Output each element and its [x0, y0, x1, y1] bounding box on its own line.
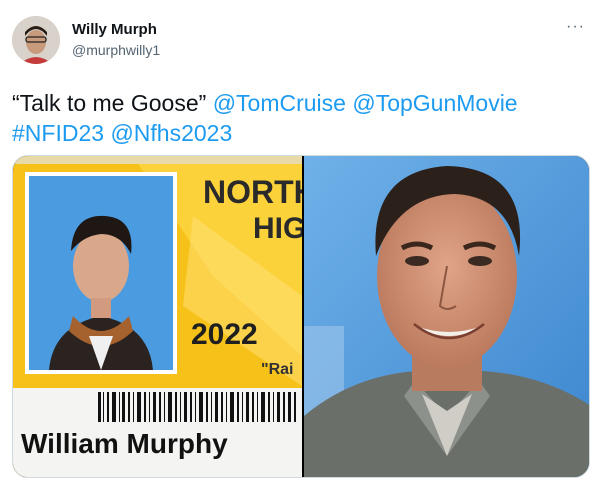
portrait-image[interactable]: [304, 156, 589, 477]
id-card-year: 2022: [191, 318, 258, 351]
avatar[interactable]: [12, 16, 60, 64]
id-card-school: NORTH: [203, 174, 302, 210]
more-options-icon[interactable]: ···: [566, 18, 585, 36]
id-card-school-line2: HIG: [253, 212, 302, 245]
user-handle[interactable]: @murphwilly1: [72, 42, 160, 58]
tweet: Willy Murph @murphwilly1 ··· “Talk to me…: [0, 0, 599, 493]
mention-link[interactable]: @TopGunMovie: [352, 90, 517, 116]
media-grid: NORTH HIG 2022 "Rai William Murphy: [12, 155, 590, 478]
id-card-quote: "Rai: [261, 361, 294, 378]
portrait-graphic: [304, 156, 589, 477]
mention-link[interactable]: @TomCruise: [213, 90, 346, 116]
display-name[interactable]: Willy Murph: [72, 21, 157, 38]
mention-link[interactable]: @Nfhs2023: [110, 120, 232, 146]
id-card-student-name: William Murphy: [21, 428, 228, 459]
hashtag-link[interactable]: #NFID23: [12, 120, 104, 146]
tweet-text: “Talk to me Goose” @TomCruise @TopGunMov…: [12, 88, 582, 148]
id-card-image[interactable]: NORTH HIG 2022 "Rai William Murphy: [13, 156, 302, 477]
tweet-quote: “Talk to me Goose”: [12, 90, 207, 116]
